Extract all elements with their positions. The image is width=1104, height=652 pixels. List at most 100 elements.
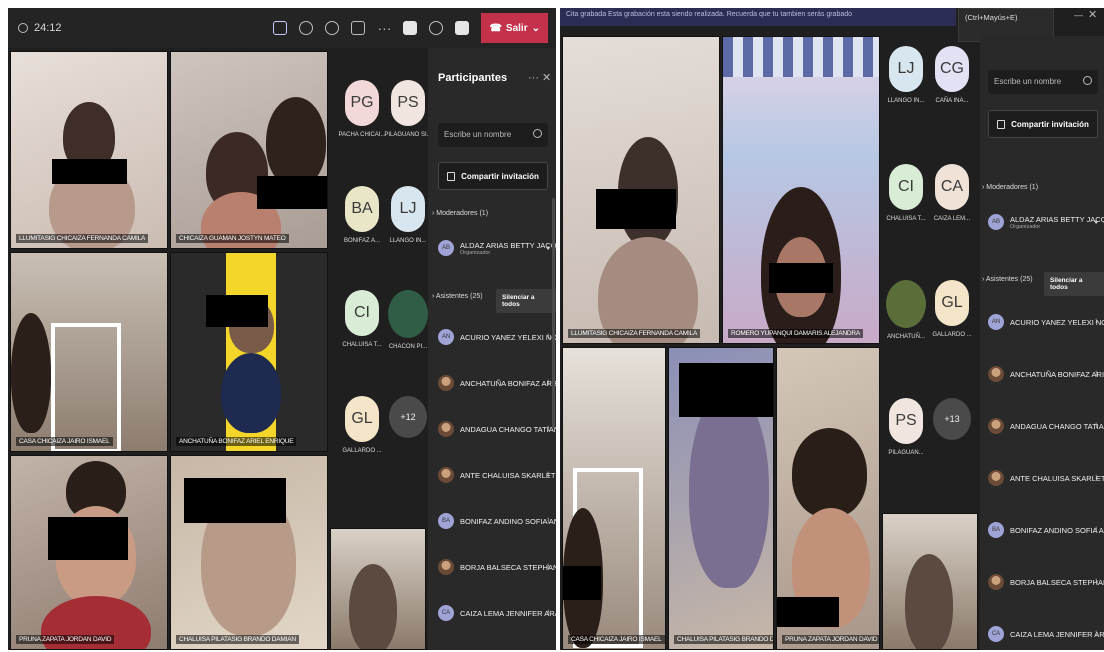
close-icon[interactable]: ✕ bbox=[542, 71, 551, 84]
rooms-icon[interactable] bbox=[351, 21, 366, 35]
gallery-participant-name: CHACON PI... bbox=[388, 344, 428, 350]
participant-video bbox=[905, 554, 953, 649]
people-icon[interactable] bbox=[273, 21, 288, 35]
gallery-participant[interactable]: CG CAÑA INA... bbox=[926, 46, 978, 104]
list-item[interactable]: AN ACURIO YANEZ YELEXI NOELIA⌇ bbox=[438, 329, 556, 345]
self-video-tile[interactable] bbox=[882, 513, 978, 650]
video-tile[interactable]: ROMERO YUPANQUI DAMARIS ALEJANDRA bbox=[722, 36, 880, 344]
microphone-icon[interactable] bbox=[429, 21, 444, 35]
list-item[interactable]: ANDAGUA CHANGO TATIAN...⌇ bbox=[988, 418, 1104, 434]
mic-muted-icon: ⌇ bbox=[1094, 371, 1098, 378]
avatar: CG bbox=[935, 46, 969, 92]
mic-muted-icon: ⌇ bbox=[546, 610, 550, 617]
gallery-participant-name: LLANGO IN... bbox=[887, 98, 925, 104]
search-input[interactable]: Escribe un nombre bbox=[988, 70, 1098, 94]
moderators-header[interactable]: › Moderadores (1) bbox=[432, 210, 488, 217]
meeting-timer: 24:12 bbox=[18, 22, 62, 34]
tooltip-text: (Ctrl+Mayús+E) bbox=[965, 13, 1018, 22]
gallery-participant[interactable]: ANCHATUÑ... bbox=[880, 280, 932, 340]
gallery-participant[interactable]: LJ LLANGO IN... bbox=[880, 46, 932, 104]
list-item[interactable]: AB ALDAZ ARIAS BETTY JACQUE...Organizado… bbox=[438, 240, 556, 256]
participant-video bbox=[221, 353, 281, 433]
redaction-box bbox=[206, 295, 268, 327]
share-invite-button[interactable]: Compartir invitación bbox=[988, 110, 1098, 138]
redaction-box bbox=[257, 176, 327, 209]
recording-banner: Cita grabada Esta grabación esta siendo … bbox=[560, 8, 956, 26]
attendee-name: ANTE CHALUISA SKARLET YURI bbox=[460, 470, 556, 480]
participant-name: LLUMITASIG CHICAIZA FERNANDA CAMILA bbox=[16, 234, 149, 243]
gallery-participant[interactable]: PG PACHA CHICAI... bbox=[336, 80, 388, 138]
chat-icon[interactable] bbox=[299, 21, 314, 35]
avatar bbox=[988, 418, 1004, 434]
gallery-participant[interactable]: PS PILAGUAN... bbox=[880, 398, 932, 456]
microphone-icon: ♦ bbox=[1094, 218, 1098, 226]
minimize-icon[interactable]: — bbox=[1074, 10, 1083, 20]
gallery-participant[interactable]: CHACON PI... bbox=[382, 290, 434, 350]
list-item[interactable]: BA BONIFAZ ANDINO SOFIA AN...⌇ bbox=[438, 513, 556, 529]
self-video-tile[interactable] bbox=[330, 528, 426, 650]
list-item[interactable]: AB ALDAZ ARIAS BETTY JACQUE...Organizado… bbox=[988, 214, 1104, 230]
video-tile[interactable]: CASA CHICAIZA JAIRO ISMAEL bbox=[10, 252, 168, 452]
video-tile[interactable]: PRUNA ZAPATA JORDAN DAVID bbox=[10, 455, 168, 650]
gallery-participant[interactable]: +13 bbox=[926, 398, 978, 446]
attendees-header[interactable]: › Asistentes (25) bbox=[432, 293, 483, 300]
list-item[interactable]: AN ACURIO YANEZ YELEXI NOELIA⌇ bbox=[988, 314, 1104, 330]
close-icon[interactable]: ✕ bbox=[1088, 8, 1097, 21]
list-item[interactable]: ANTE CHALUISA SKARLET YURI⌇ bbox=[438, 467, 556, 483]
list-item[interactable]: ANTE CHALUISA SKARLET YURI⌇ bbox=[988, 470, 1104, 486]
leave-button[interactable]: ☎ Salir ⌄ bbox=[481, 13, 548, 43]
gallery-participant[interactable]: PS PILAGUANO SI... bbox=[382, 80, 434, 138]
moderator-info: ALDAZ ARIAS BETTY JACQUE...Organizador bbox=[460, 241, 556, 256]
video-tile[interactable]: PRUNA ZAPATA JORDAN DAVID bbox=[776, 347, 880, 650]
avatar: CA bbox=[988, 626, 1004, 642]
video-tile[interactable]: CASA CHICAIZA JAIRO ISMAEL bbox=[562, 347, 666, 650]
scrollbar[interactable] bbox=[552, 198, 555, 428]
avatar: +12 bbox=[389, 396, 427, 438]
list-item[interactable]: BORJA BALSECA STEPHANY K...⌇ bbox=[988, 574, 1104, 590]
video-tile[interactable]: CHICAIZA GUAMAN JOSTYN MATEO bbox=[170, 51, 328, 249]
list-item[interactable]: ANDAGUA CHANGO TATIAN...⌇ bbox=[438, 421, 556, 437]
gallery-participant-name: ANCHATUÑ... bbox=[887, 334, 925, 340]
camera-icon[interactable] bbox=[403, 21, 418, 35]
list-item[interactable]: BA BONIFAZ ANDINO SOFIA AN...⌇ bbox=[988, 522, 1104, 538]
search-input[interactable]: Escribe un nombre bbox=[438, 123, 548, 147]
chevron-down-icon: ⌄ bbox=[531, 22, 540, 34]
share-screen-icon[interactable] bbox=[455, 21, 470, 35]
avatar: AN bbox=[438, 329, 454, 345]
gallery-participant[interactable]: GL GALLARDO ... bbox=[926, 280, 978, 338]
video-tile[interactable]: CHALUISA PILATASIG BRANDO DAM... bbox=[668, 347, 774, 650]
list-item[interactable]: BORJA BALSECA STEPHANY K...⌇ bbox=[438, 559, 556, 575]
avatar bbox=[388, 290, 428, 338]
gallery-participant[interactable]: CA CAIZA LEM... bbox=[926, 164, 978, 222]
attendees-label: Asistentes (25) bbox=[985, 276, 1033, 283]
more-options-icon[interactable]: ··· bbox=[377, 21, 391, 35]
list-item[interactable]: ANCHATUÑA BONIFAZ ARIEL...⌇ bbox=[988, 366, 1104, 382]
attendees-header[interactable]: › Asistentes (25) bbox=[982, 276, 1033, 283]
gallery-participant-name: GALLARDO ... bbox=[342, 448, 382, 454]
attendee-name: ANDAGUA CHANGO TATIAN... bbox=[460, 424, 556, 434]
timer-text: 24:12 bbox=[34, 22, 62, 34]
video-tile[interactable]: ANCHATUÑA BONIFAZ ARIEL ENRIQUE bbox=[170, 252, 328, 452]
gallery-participant[interactable]: LJ LLANGO IN... bbox=[382, 186, 434, 244]
mute-all-button[interactable]: Silenciar a todos bbox=[496, 289, 556, 313]
gallery-participant[interactable]: +12 bbox=[382, 396, 434, 444]
avatar: AN bbox=[988, 314, 1004, 330]
redaction-box bbox=[777, 597, 839, 627]
list-item[interactable]: CA CAIZA LEMA JENNIFER ARAC...⌇ bbox=[988, 626, 1104, 642]
raise-hand-icon[interactable] bbox=[325, 21, 340, 35]
share-invite-button[interactable]: Compartir invitación bbox=[438, 162, 548, 190]
moderators-header[interactable]: › Moderadores (1) bbox=[982, 184, 1038, 191]
gallery-participant[interactable]: CI CHALUISA T... bbox=[880, 164, 932, 222]
list-item[interactable]: ANCHATUÑA BONIFAZ ARIEL...⌇ bbox=[438, 375, 556, 391]
gallery-participant[interactable]: CI CHALUISA T... bbox=[336, 290, 388, 348]
mic-muted-icon: ⌇ bbox=[546, 380, 550, 387]
mute-all-button[interactable]: Silenciar a todos bbox=[1044, 272, 1104, 296]
list-item[interactable]: CA CAIZA LEMA JENNIFER ARAC...⌇ bbox=[438, 605, 556, 621]
attendee-name: ANTE CHALUISA SKARLET YURI bbox=[1010, 473, 1104, 483]
video-tile[interactable]: LLUMITASIG CHICAIZA FERNANDA CAMILA bbox=[562, 36, 720, 344]
gallery-participant[interactable]: GL GALLARDO ... bbox=[336, 396, 388, 454]
gallery-participant[interactable]: BA BONIFAZ A... bbox=[336, 186, 388, 244]
video-tile[interactable]: CHALUISA PILATASIG BRANDO DAMIAN bbox=[170, 455, 328, 650]
more-options-icon[interactable]: ··· bbox=[528, 72, 539, 84]
video-tile[interactable]: LLUMITASIG CHICAIZA FERNANDA CAMILA bbox=[10, 51, 168, 249]
